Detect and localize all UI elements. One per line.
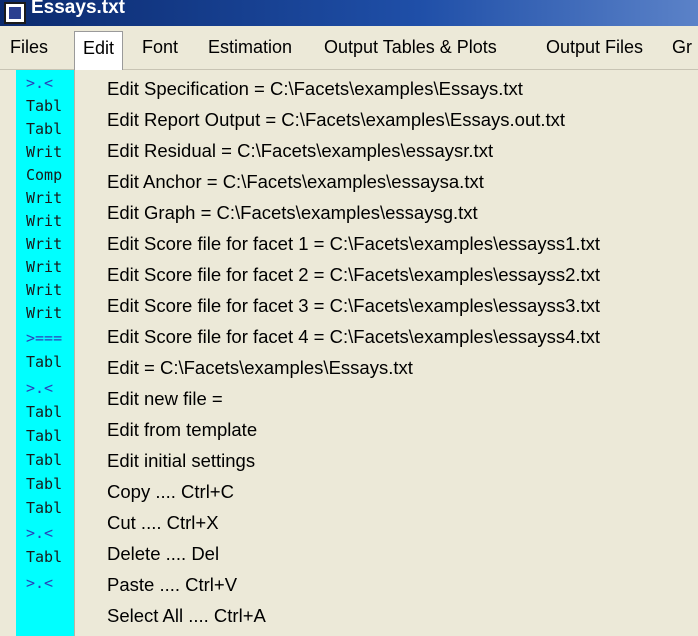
console-line: >.< <box>26 574 54 592</box>
menu-item-delete[interactable]: Delete .... Del <box>107 539 219 569</box>
menu-edit[interactable]: Edit <box>74 31 124 71</box>
menu-files[interactable]: Files <box>2 31 56 63</box>
menu-output-files[interactable]: Output Files <box>538 31 651 63</box>
console-line: Tabl <box>26 548 63 566</box>
menu-estimation[interactable]: Estimation <box>200 31 300 63</box>
menu-item-edit-file[interactable]: Edit = C:\Facets\examples\Essays.txt <box>107 353 413 383</box>
menu-item-edit-score-facet-2[interactable]: Edit Score file for facet 2 = C:\Facets\… <box>107 260 600 290</box>
console-pane[interactable]: >.< Tabl Tabl Writ Comp Writ Writ Writ W… <box>0 70 74 636</box>
menu-bar: Files Edit Font Estimation Output Tables… <box>0 26 698 71</box>
menu-output-tables-plots[interactable]: Output Tables & Plots <box>316 31 505 63</box>
menu-item-edit-graph[interactable]: Edit Graph = C:\Facets\examples\essaysg.… <box>107 198 478 228</box>
edit-dropdown-menu: Edit Specification = C:\Facets\examples\… <box>74 70 698 636</box>
console-line: >=== <box>26 329 63 347</box>
console-line: >.< <box>26 379 54 397</box>
menu-item-cut[interactable]: Cut .... Ctrl+X <box>107 508 219 538</box>
console-line: Comp <box>26 166 63 184</box>
console-line: Tabl <box>26 97 63 115</box>
menu-item-edit-residual[interactable]: Edit Residual = C:\Facets\examples\essay… <box>107 136 493 166</box>
menu-item-select-all[interactable]: Select All .... Ctrl+A <box>107 601 266 631</box>
menu-item-edit-initial-settings[interactable]: Edit initial settings <box>107 446 255 476</box>
menu-item-edit-new-file[interactable]: Edit new file = <box>107 384 223 414</box>
console-line: Tabl <box>26 120 63 138</box>
console-line: Writ <box>26 189 63 207</box>
console-line: Writ <box>26 258 63 276</box>
console-line: Writ <box>26 212 63 230</box>
console-line: Writ <box>26 143 63 161</box>
console-line: Tabl <box>26 427 63 445</box>
window-title: Essays.txt <box>31 0 126 18</box>
menu-item-edit-anchor[interactable]: Edit Anchor = C:\Facets\examples\essaysa… <box>107 167 484 197</box>
menu-font[interactable]: Font <box>134 31 186 63</box>
console-line: Writ <box>26 304 63 322</box>
console-line: >.< <box>26 524 54 542</box>
console-line: Tabl <box>26 353 63 371</box>
app-icon[interactable] <box>4 2 26 24</box>
menu-item-edit-score-facet-1[interactable]: Edit Score file for facet 1 = C:\Facets\… <box>107 229 600 259</box>
console-line: Tabl <box>26 499 63 517</box>
console-line: Tabl <box>26 403 63 421</box>
console-line: Writ <box>26 235 63 253</box>
menu-item-edit-score-facet-3[interactable]: Edit Score file for facet 3 = C:\Facets\… <box>107 291 600 321</box>
console-border <box>0 70 16 636</box>
console-line: Writ <box>26 281 63 299</box>
menu-item-edit-report-output[interactable]: Edit Report Output = C:\Facets\examples\… <box>107 105 565 135</box>
console-line: Tabl <box>26 451 63 469</box>
menu-item-edit-from-template[interactable]: Edit from template <box>107 415 257 445</box>
menu-item-edit-specification[interactable]: Edit Specification = C:\Facets\examples\… <box>107 74 523 104</box>
console-line: Tabl <box>26 475 63 493</box>
menu-item-paste[interactable]: Paste .... Ctrl+V <box>107 570 237 600</box>
menu-item-copy[interactable]: Copy .... Ctrl+C <box>107 477 234 507</box>
console-line: >.< <box>26 74 54 92</box>
menu-item-edit-score-facet-4[interactable]: Edit Score file for facet 4 = C:\Facets\… <box>107 322 600 352</box>
title-bar: Essays.txt <box>0 0 698 26</box>
menu-graphs[interactable]: Gr <box>664 31 698 63</box>
